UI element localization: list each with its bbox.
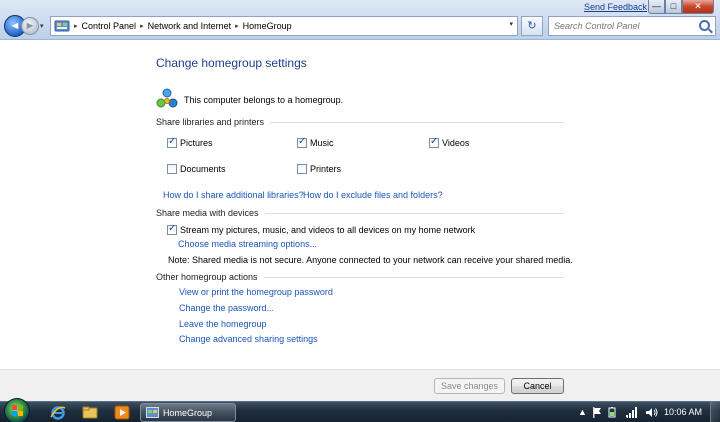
section-share-media: Share media with devices	[156, 208, 564, 218]
media-security-note: Note: Shared media is not secure. Anyone…	[168, 255, 573, 265]
maximize-button[interactable]: □	[665, 0, 682, 14]
section-label: Other homegroup actions	[156, 272, 258, 282]
taskbar-item-label: HomeGroup	[163, 407, 213, 418]
send-feedback-link[interactable]: Send Feedback	[584, 2, 647, 12]
link-share-additional-libraries[interactable]: How do I share additional libraries?	[163, 190, 304, 200]
search-box[interactable]	[548, 16, 716, 36]
section-share-libraries: Share libraries and printers	[156, 117, 564, 127]
checkbox-label: Printers	[310, 164, 342, 174]
internet-explorer-icon[interactable]	[50, 405, 66, 420]
search-input[interactable]	[549, 17, 689, 35]
search-icon[interactable]	[699, 20, 710, 31]
section-label: Share media with devices	[156, 208, 259, 218]
page-title: Change homegroup settings	[156, 56, 307, 70]
checkbox-printers[interactable]: Printers	[297, 164, 341, 174]
link-media-streaming-options[interactable]: Choose media streaming options...	[178, 239, 317, 249]
title-bar: Send Feedback — □ ✕ ◄ ► ▾ ▸ Control Pane…	[0, 0, 720, 40]
breadcrumb-separator-icon[interactable]: ▸	[140, 22, 144, 30]
network-signal-icon[interactable]	[626, 407, 638, 418]
section-divider	[270, 121, 564, 123]
section-divider	[264, 212, 564, 214]
checkbox-checked-icon[interactable]	[297, 136, 307, 148]
close-button[interactable]: ✕	[682, 0, 714, 14]
breadcrumb-separator-icon[interactable]: ▸	[74, 22, 78, 30]
show-desktop-button[interactable]	[710, 402, 720, 422]
homegroup-status-text: This computer belongs to a homegroup.	[184, 95, 344, 105]
maximize-icon: □	[670, 1, 677, 11]
show-hidden-icons-button[interactable]: ▲	[578, 407, 587, 417]
checkbox-label: Videos	[442, 138, 470, 148]
forward-arrow-icon: ►	[24, 20, 36, 32]
checkbox-stream-media[interactable]: Stream my pictures, music, and videos to…	[167, 223, 476, 235]
dialog-button-bar: Save changes Cancel	[0, 369, 720, 401]
breadcrumb-homegroup[interactable]: HomeGroup	[243, 21, 292, 31]
checkbox-checked-icon[interactable]	[429, 136, 439, 148]
homegroup-icon	[156, 88, 178, 108]
checkbox-checked-icon[interactable]	[167, 223, 177, 235]
windows-logo-icon	[12, 405, 23, 416]
link-change-password[interactable]: Change the password...	[179, 303, 274, 313]
minimize-icon: —	[652, 1, 661, 11]
checkbox-unchecked-icon[interactable]	[167, 164, 177, 174]
checkbox-label: Stream my pictures, music, and videos to…	[180, 225, 476, 235]
section-other-actions: Other homegroup actions	[156, 272, 564, 282]
checkbox-label: Pictures	[180, 138, 213, 148]
recent-pages-dropdown[interactable]: ▾	[40, 22, 44, 30]
checkbox-checked-icon[interactable]	[167, 136, 177, 148]
address-bar[interactable]: ▸ Control Panel ▸ Network and Internet ▸…	[50, 16, 518, 36]
checkbox-videos[interactable]: Videos	[429, 136, 470, 148]
link-leave-homegroup[interactable]: Leave the homegroup	[179, 319, 267, 329]
checkbox-music[interactable]: Music	[297, 136, 334, 148]
taskbar-item-homegroup[interactable]: HomeGroup	[140, 403, 236, 422]
action-center-flag-icon[interactable]	[592, 407, 602, 418]
media-player-icon[interactable]	[114, 405, 130, 420]
refresh-button[interactable]: ↻	[521, 16, 543, 36]
save-changes-button[interactable]: Save changes	[434, 378, 505, 394]
start-button[interactable]	[4, 398, 30, 422]
checkbox-label: Music	[310, 138, 334, 148]
taskbar-clock[interactable]: 10:06 AM	[664, 407, 702, 417]
checkbox-documents[interactable]: Documents	[167, 164, 226, 174]
breadcrumb-separator-icon[interactable]: ▸	[235, 22, 239, 30]
homegroup-icon	[146, 407, 159, 418]
close-icon: ✕	[694, 1, 702, 11]
main-content: Change homegroup settings This computer …	[0, 41, 720, 369]
breadcrumb: ▸ Control Panel ▸ Network and Internet ▸…	[70, 21, 292, 31]
control-panel-icon	[54, 20, 70, 32]
breadcrumb-network-and-internet[interactable]: Network and Internet	[148, 21, 232, 31]
breadcrumb-control-panel[interactable]: Control Panel	[82, 21, 137, 31]
section-divider	[263, 276, 564, 278]
minimize-button[interactable]: —	[648, 0, 665, 14]
power-icon[interactable]	[607, 407, 617, 418]
volume-icon[interactable]	[646, 407, 658, 418]
forward-button[interactable]: ►	[21, 17, 39, 35]
taskbar: HomeGroup ▲ 10:06 AM	[0, 398, 720, 422]
link-view-password[interactable]: View or print the homegroup password	[179, 287, 333, 297]
address-dropdown-icon[interactable]: ▾	[509, 20, 513, 28]
link-exclude-files[interactable]: How do I exclude files and folders?	[303, 190, 443, 200]
checkbox-unchecked-icon[interactable]	[297, 164, 307, 174]
checkbox-pictures[interactable]: Pictures	[167, 136, 213, 148]
link-advanced-sharing[interactable]: Change advanced sharing settings	[179, 334, 318, 344]
cancel-button[interactable]: Cancel	[511, 378, 564, 394]
section-label: Share libraries and printers	[156, 117, 265, 127]
windows-explorer-icon[interactable]	[82, 405, 98, 420]
checkbox-label: Documents	[180, 164, 226, 174]
